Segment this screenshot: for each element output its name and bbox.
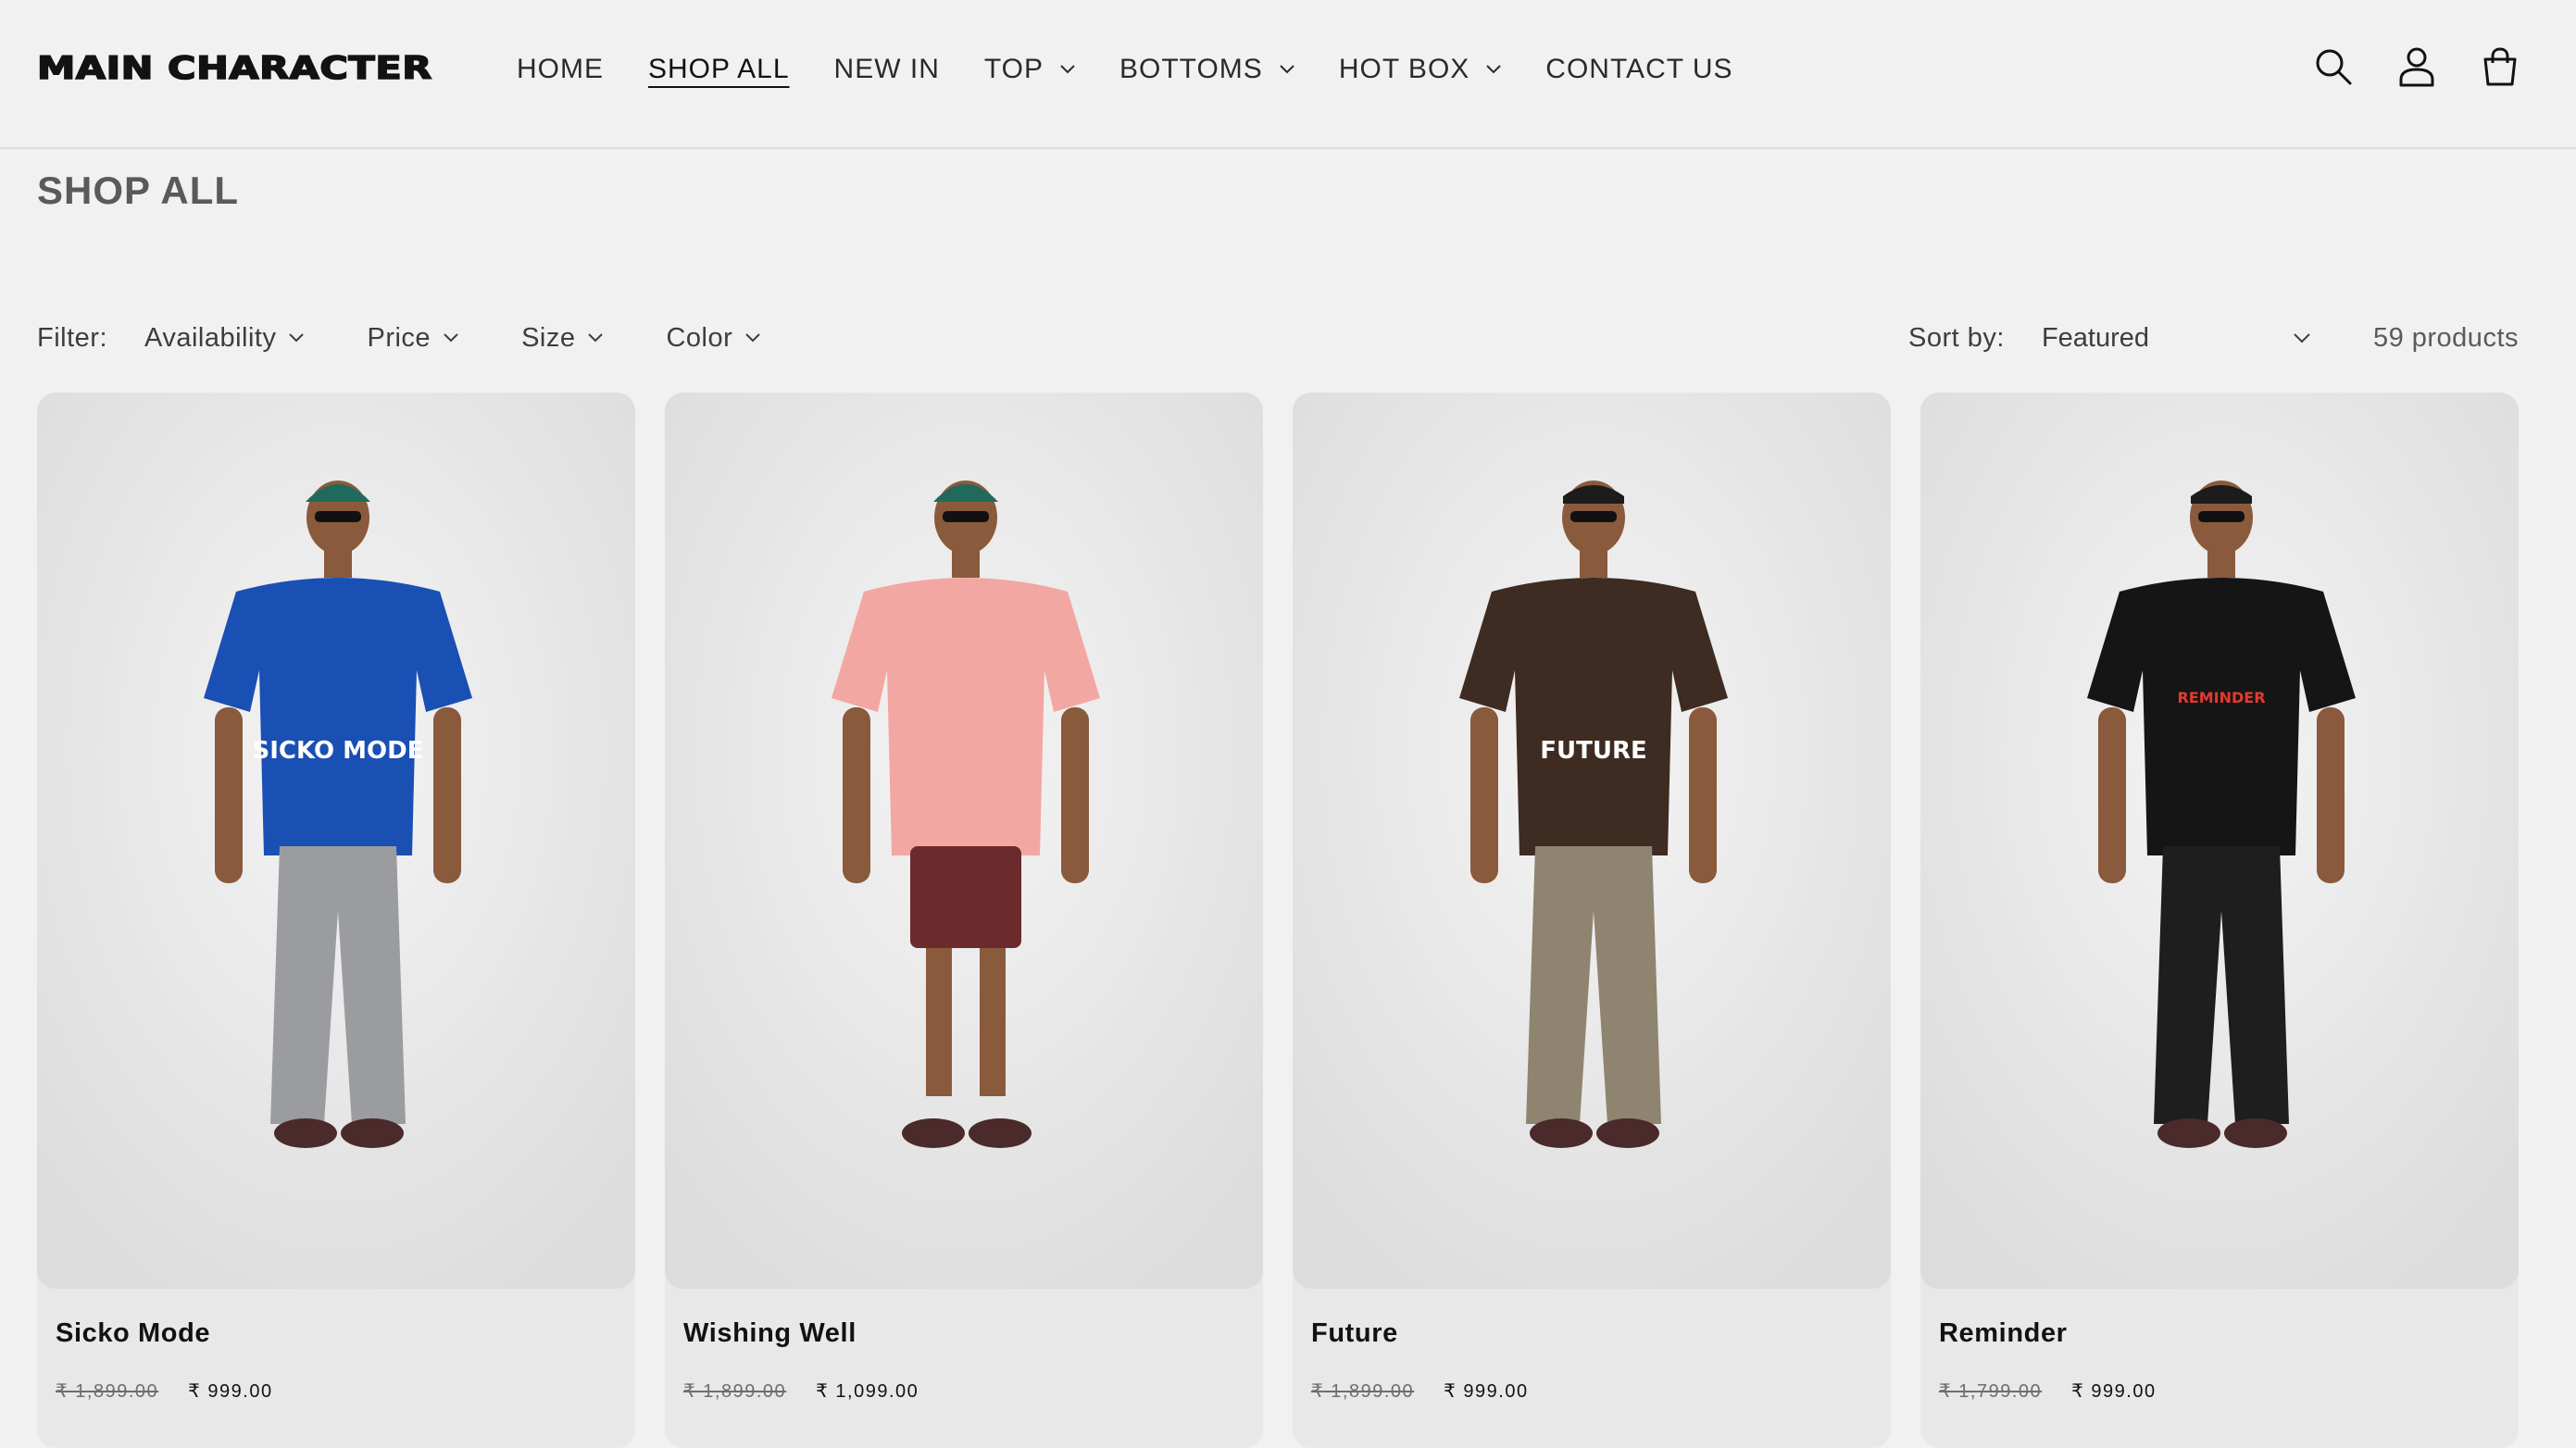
shirt-graphic-text: FUTURE: [1540, 737, 1647, 765]
account-icon[interactable]: [2396, 44, 2437, 89]
product-title[interactable]: Future: [1311, 1318, 1398, 1349]
filter-size[interactable]: Size: [521, 322, 604, 354]
nav-item-label: SHOP ALL: [648, 54, 790, 84]
filter-price[interactable]: Price: [367, 323, 458, 354]
product-image[interactable]: FUTURE: [1293, 393, 1891, 1289]
nav-item-label: NEW IN: [833, 54, 940, 84]
product-count: 59 products: [2372, 322, 2519, 353]
search-icon[interactable]: [2313, 44, 2354, 89]
cart-icon[interactable]: [2480, 44, 2520, 89]
filter-label-text: Color: [666, 322, 733, 353]
nav-item-label: HOME: [517, 54, 604, 84]
shirt-graphic-text: REMINDER: [2177, 689, 2265, 706]
filter-label: Filter:: [37, 322, 107, 353]
nav-item-new-in[interactable]: NEW IN: [834, 54, 940, 85]
price-sale: ₹ 999.00: [188, 1381, 273, 1402]
price-original: ₹ 1,899.00: [1311, 1381, 1415, 1402]
chevron-down-icon: [1280, 65, 1294, 74]
product-figure: FUTURE: [1293, 393, 1891, 1289]
nav-item-contact-us[interactable]: CONTACT US: [1545, 54, 1732, 85]
price-original: ₹ 1,799.00: [1939, 1381, 2043, 1402]
product-card[interactable]: FUTURE Future ₹ 1,899.00 ₹ 999.00: [1293, 393, 1891, 1448]
product-image[interactable]: [665, 393, 1263, 1289]
chevron-down-icon: [1486, 65, 1502, 74]
product-title[interactable]: Sicko Mode: [56, 1318, 210, 1349]
sort-selected-value: Featured: [2041, 322, 2150, 353]
price-sale: ₹ 999.00: [2071, 1381, 2157, 1402]
nav-item-hot-box[interactable]: HOT BOX: [1338, 54, 1502, 85]
product-card[interactable]: SICKO MODE Sicko Mode ₹ 1,899.00 ₹ 999.0…: [37, 393, 635, 1448]
chevron-down-icon: [745, 333, 761, 343]
filter-color[interactable]: Color: [666, 322, 761, 354]
nav-item-label: TOP: [983, 54, 1044, 84]
product-figure: [665, 393, 1263, 1289]
product-title[interactable]: Reminder: [1939, 1318, 2068, 1349]
price-sale: ₹ 999.00: [1444, 1381, 1529, 1402]
sort-select[interactable]: Featured: [2042, 323, 2310, 354]
nav-item-label: CONTACT US: [1545, 54, 1733, 84]
filter-availability[interactable]: Availability: [144, 322, 305, 354]
product-price: ₹ 1,899.00 ₹ 999.00: [56, 1379, 273, 1403]
brand-logo[interactable]: MAIN CHARACTER: [36, 49, 432, 88]
shirt-graphic-text: SICKO MODE: [253, 737, 424, 765]
price-original: ₹ 1,899.00: [56, 1381, 159, 1402]
nav-item-home[interactable]: HOME: [517, 54, 604, 85]
page-title: SHOP ALL: [37, 169, 240, 212]
nav-item-bottoms[interactable]: BOTTOMS: [1119, 54, 1294, 85]
filter-label-text: Availability: [144, 322, 277, 353]
product-image[interactable]: REMINDER: [1920, 393, 2519, 1289]
product-price: ₹ 1,899.00 ₹ 999.00: [1311, 1379, 1529, 1403]
chevron-down-icon: [289, 333, 305, 343]
nav-item-top[interactable]: TOP: [984, 54, 1075, 85]
chevron-down-icon: [588, 333, 604, 343]
product-card[interactable]: REMINDER Reminder ₹ 1,799.00 ₹ 999.00: [1920, 393, 2519, 1448]
header-icons: [2313, 44, 2520, 89]
nav-item-label: BOTTOMS: [1119, 54, 1263, 84]
product-image[interactable]: SICKO MODE: [37, 393, 635, 1289]
nav-item-label: HOT BOX: [1338, 54, 1470, 84]
chevron-down-icon: [1060, 65, 1075, 74]
site-header: MAIN CHARACTER HOME SHOP ALL NEW IN TOP BOTT…: [0, 0, 2576, 149]
price-sale: ₹ 1,099.00: [816, 1381, 919, 1402]
main-nav: HOME SHOP ALL NEW IN TOP BOTTOMS HOT BOX CONTA…: [517, 0, 1778, 139]
filter-label-text: Size: [521, 322, 576, 353]
price-original: ₹ 1,899.00: [683, 1381, 787, 1402]
chevron-down-icon: [444, 333, 458, 343]
product-price: ₹ 1,799.00 ₹ 999.00: [1939, 1379, 2157, 1403]
filter-bar: Filter: Availability Price Size Color Sort …: [37, 315, 2519, 361]
product-grid: SICKO MODE Sicko Mode ₹ 1,899.00 ₹ 999.0…: [37, 393, 2519, 1448]
sort-area: Sort by: Featured 59 products: [1908, 315, 2519, 361]
nav-item-shop-all[interactable]: SHOP ALL: [648, 54, 790, 85]
chevron-down-icon: [2294, 332, 2310, 343]
sort-label: Sort by:: [1908, 322, 2005, 353]
product-figure: REMINDER: [1920, 393, 2519, 1289]
filter-label-text: Price: [367, 322, 431, 353]
product-card[interactable]: Wishing Well ₹ 1,899.00 ₹ 1,099.00: [665, 393, 1263, 1448]
product-price: ₹ 1,899.00 ₹ 1,099.00: [683, 1379, 919, 1403]
product-figure: SICKO MODE: [37, 393, 635, 1289]
product-title[interactable]: Wishing Well: [683, 1318, 857, 1349]
